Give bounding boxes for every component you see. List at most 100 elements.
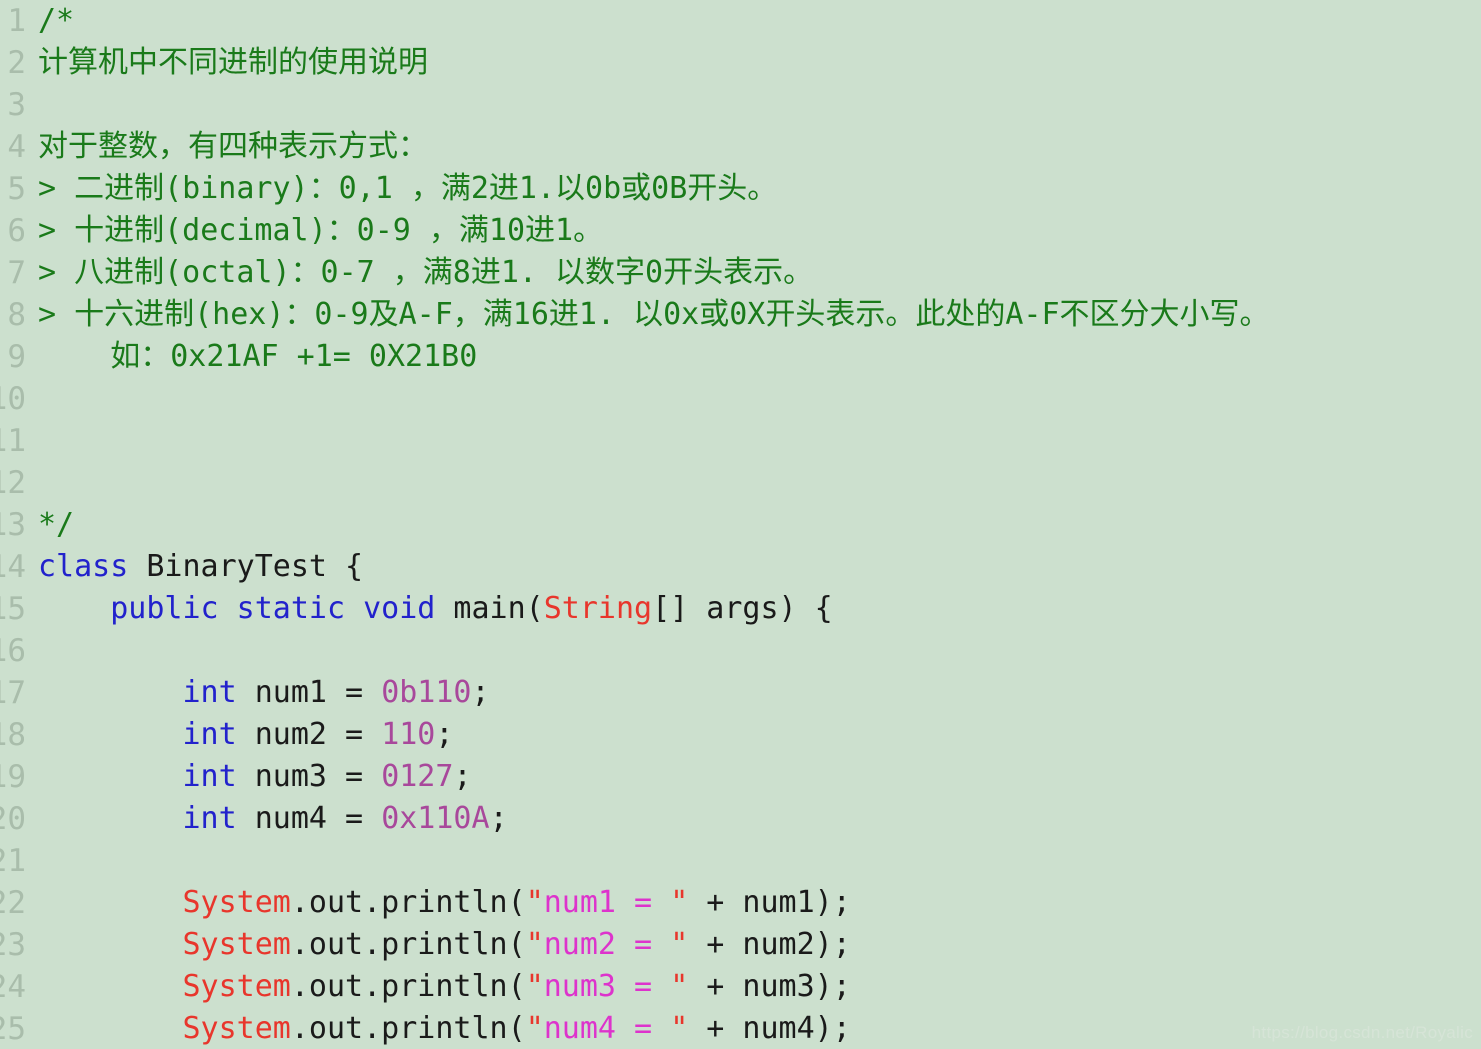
code-token: + num3); — [688, 969, 851, 1004]
code-line[interactable]: public static void main(String[] args) { — [38, 588, 1481, 630]
line-number: 24 — [0, 969, 26, 1005]
line-number: 12 — [0, 465, 26, 501]
code-token: > 八进制(octal)：0-7 ，满8进1. 以数字0开头表示。 — [38, 255, 814, 290]
code-token: 0127 — [381, 759, 454, 794]
code-line[interactable]: 对于整数，有四种表示方式： — [38, 126, 1481, 168]
code-line[interactable]: System.out.println("num3 = " + num3); — [38, 966, 1481, 1008]
line-number: 9 — [7, 339, 26, 375]
code-token: BinaryTest { — [128, 549, 364, 584]
code-token: 对于整数，有四种表示方式： — [38, 129, 428, 164]
line-number: 17 — [0, 675, 26, 711]
code-token: num3 = — [543, 969, 671, 1004]
code-line[interactable]: 如：0x21AF +1= 0X21B0 — [38, 336, 1481, 378]
code-line[interactable]: 计算机中不同进制的使用说明 — [38, 42, 1481, 84]
code-token: > 十六进制(hex)：0-9及A-F，满16进1. 以0x或0X开头表示。此处… — [38, 297, 1270, 332]
code-token: System — [182, 1011, 291, 1046]
line-number: 23 — [0, 927, 26, 963]
code-line[interactable]: int num4 = 0x110A; — [38, 798, 1481, 840]
code-line[interactable]: ​ — [38, 378, 1481, 420]
code-line[interactable]: class BinaryTest { — [38, 546, 1481, 588]
code-token: .out.println( — [290, 885, 526, 920]
line-number: 8 — [7, 297, 26, 333]
line-number: 2 — [7, 45, 26, 81]
code-token: + num4); — [688, 1011, 851, 1046]
code-token: int — [182, 801, 237, 836]
code-token: 110 — [381, 717, 436, 752]
code-line[interactable]: int num2 = 110; — [38, 714, 1481, 756]
line-number: 20 — [0, 801, 26, 837]
code-token: .out.println( — [290, 1011, 526, 1046]
code-line[interactable]: > 八进制(octal)：0-7 ，满8进1. 以数字0开头表示。 — [38, 252, 1481, 294]
code-token: ; — [471, 675, 490, 710]
code-token: 0b110 — [381, 675, 472, 710]
code-content[interactable]: /*计算机中不同进制的使用说明​对于整数，有四种表示方式：> 二进制(binar… — [38, 0, 1481, 1049]
code-editor[interactable]: 1234567891011121314151617181920212223242… — [0, 0, 1481, 1049]
code-token: + num1); — [688, 885, 851, 920]
code-token: num1 = — [236, 675, 382, 710]
code-line[interactable]: ​ — [38, 840, 1481, 882]
code-token: /* — [38, 3, 75, 38]
code-token: num2 = — [236, 717, 382, 752]
code-line[interactable]: ​ — [38, 630, 1481, 672]
code-token: ; — [453, 759, 472, 794]
code-line[interactable]: /* — [38, 0, 1481, 42]
code-token: [] args) { — [652, 591, 833, 626]
code-line[interactable]: ​ — [38, 420, 1481, 462]
line-number: 1 — [7, 3, 26, 39]
code-line[interactable]: int num1 = 0b110; — [38, 672, 1481, 714]
line-number: 16 — [0, 633, 26, 669]
code-token: System — [182, 969, 291, 1004]
code-line[interactable]: ​ — [38, 462, 1481, 504]
code-token: int — [182, 675, 237, 710]
code-token: > 二进制(binary)：0,1 ，满2进1.以0b或0B开头。 — [38, 171, 778, 206]
line-number: 5 — [7, 171, 26, 207]
code-token: public static void — [110, 591, 436, 626]
line-number: 21 — [0, 843, 26, 879]
code-line[interactable]: System.out.println("num2 = " + num2); — [38, 924, 1481, 966]
code-token: " — [670, 1011, 689, 1046]
code-line[interactable]: System.out.println("num1 = " + num1); — [38, 882, 1481, 924]
code-token: 计算机中不同进制的使用说明 — [38, 45, 428, 80]
code-token: " — [525, 927, 544, 962]
code-token: " — [670, 885, 689, 920]
code-line[interactable]: > 十进制(decimal)：0-9 ，满10进1。 — [38, 210, 1481, 252]
code-line[interactable]: */ — [38, 504, 1481, 546]
code-line[interactable]: > 二进制(binary)：0,1 ，满2进1.以0b或0B开头。 — [38, 168, 1481, 210]
code-token: num1 = — [543, 885, 671, 920]
code-token: 如：0x21AF +1= 0X21B0 — [38, 339, 478, 374]
line-number: 15 — [0, 591, 26, 627]
code-token: " — [525, 1011, 544, 1046]
code-token: System — [182, 927, 291, 962]
line-number: 18 — [0, 717, 26, 753]
line-number-gutter: 1234567891011121314151617181920212223242… — [0, 0, 30, 1049]
code-line[interactable]: > 十六进制(hex)：0-9及A-F，满16进1. 以0x或0X开头表示。此处… — [38, 294, 1481, 336]
code-line[interactable]: ​ — [38, 84, 1481, 126]
csdn-watermark: https://blog.csdn.net/Royalic — [1251, 1023, 1473, 1042]
code-token: 0x110A — [381, 801, 490, 836]
code-token: num2 = — [543, 927, 671, 962]
code-token: .out.println( — [290, 969, 526, 1004]
code-token: + num2); — [688, 927, 851, 962]
code-token: int — [182, 759, 237, 794]
code-token: " — [670, 969, 689, 1004]
code-token: .out.println( — [290, 927, 526, 962]
code-token: System — [182, 885, 291, 920]
line-number: 3 — [7, 87, 26, 123]
code-token: main( — [435, 591, 544, 626]
code-token: num4 = — [543, 1011, 671, 1046]
line-number: 19 — [0, 759, 26, 795]
code-token: num3 = — [236, 759, 382, 794]
line-number: 7 — [7, 255, 26, 291]
code-line[interactable]: int num3 = 0127; — [38, 756, 1481, 798]
line-number: 14 — [0, 549, 26, 585]
line-number-list: 1234567891011121314151617181920212223242… — [0, 0, 26, 1049]
line-number: 4 — [7, 129, 26, 165]
code-token: " — [525, 969, 544, 1004]
